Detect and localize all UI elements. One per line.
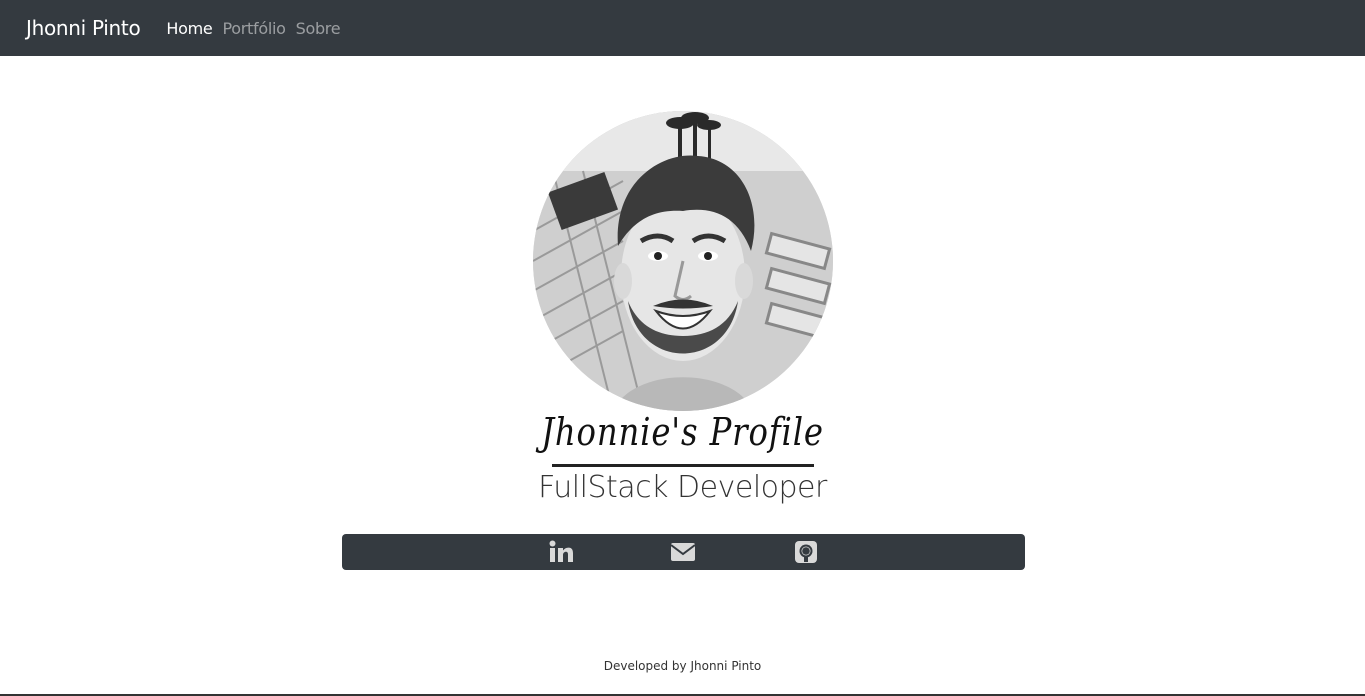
github-icon[interactable] bbox=[793, 540, 819, 564]
navbar-brand[interactable]: Jhonni Pinto bbox=[26, 16, 141, 40]
profile-photo bbox=[533, 111, 833, 411]
social-links-bar bbox=[342, 534, 1025, 570]
linkedin-icon[interactable] bbox=[548, 540, 574, 564]
envelope-icon[interactable] bbox=[670, 540, 696, 564]
title-divider bbox=[552, 464, 814, 467]
footer-credit: Developed by Jhonni Pinto bbox=[603, 659, 762, 673]
nav-link-portfolio[interactable]: Portfólio bbox=[222, 19, 285, 38]
navbar: Jhonni Pinto Home Portfólio Sobre bbox=[0, 0, 1365, 56]
profile-subtitle: FullStack Developer bbox=[538, 470, 827, 505]
nav-link-sobre[interactable]: Sobre bbox=[296, 19, 341, 38]
nav-link-home[interactable]: Home bbox=[166, 19, 212, 38]
profile-title: Jhonnie's Profile bbox=[541, 410, 824, 454]
